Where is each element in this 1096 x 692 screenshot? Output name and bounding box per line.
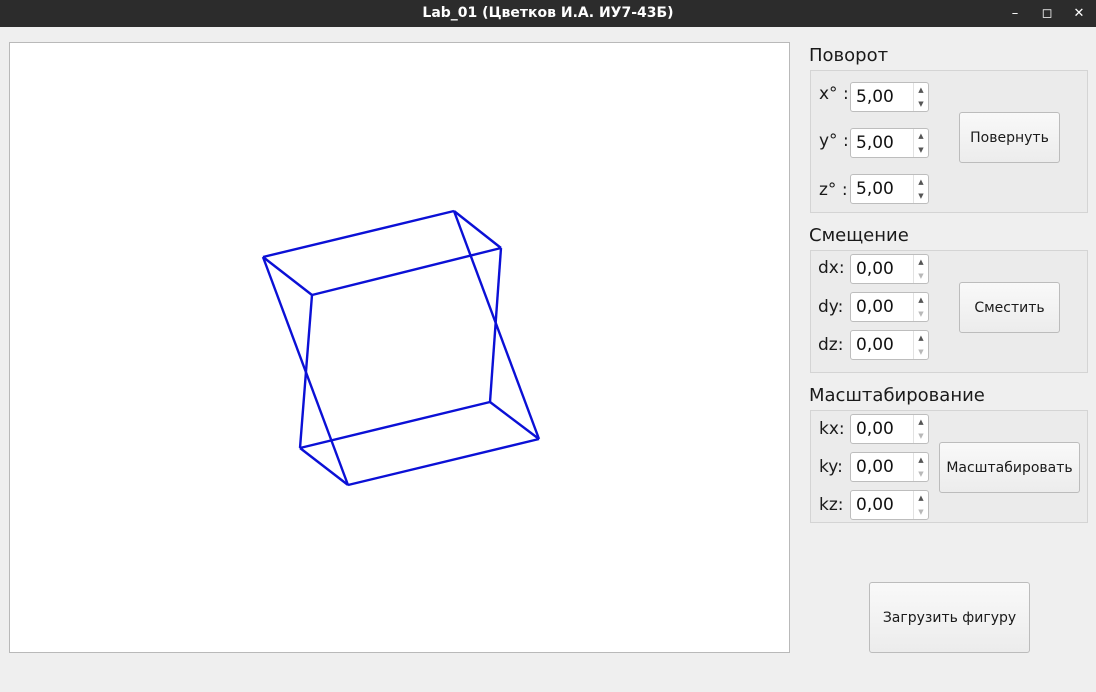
scaling-kz-spinbox[interactable]: 0,00 ▲ ▼ [850,490,929,520]
translation-dx-spinbox[interactable]: 0,00 ▲ ▼ [850,254,929,284]
rotation-z-spinbox[interactable]: 5,00 ▲ ▼ [850,174,929,204]
spin-down-icon[interactable]: ▼ [914,189,928,203]
spin-down-icon[interactable]: ▼ [914,269,928,283]
cube-edge [298,294,314,449]
cube-edge [299,400,491,450]
scaling-kz-label: kz: [819,495,844,515]
maximize-icon[interactable]: ◻ [1036,3,1058,24]
translation-dx-value[interactable]: 0,00 [856,255,894,283]
rotation-title: Поворот [809,45,889,66]
translation-dx-label: dx: [818,258,845,278]
cube-edge [347,437,540,487]
title-bar: Lab_01 (Цветков И.А. ИУ7-43Б) – ◻ ✕ [0,0,1096,27]
spin-down-icon[interactable]: ▼ [914,97,928,111]
translation-title: Смещение [809,225,909,246]
spin-arrows: ▲ ▼ [913,175,928,203]
spin-up-icon[interactable]: ▲ [914,453,928,467]
translation-dy-label: dy: [818,297,844,317]
window-title: Lab_01 (Цветков И.А. ИУ7-43Б) [422,5,674,21]
spin-up-icon[interactable]: ▲ [914,491,928,505]
cube-wireframe [261,209,541,487]
scaling-kz-value[interactable]: 0,00 [856,491,894,519]
spin-up-icon[interactable]: ▲ [914,83,928,97]
minimize-icon[interactable]: – [1004,3,1026,24]
scaling-kx-label: kx: [819,419,845,439]
spin-arrows: ▲ ▼ [913,255,928,283]
spin-up-icon[interactable]: ▲ [914,331,928,345]
close-icon[interactable]: ✕ [1068,3,1090,24]
spin-down-icon[interactable]: ▼ [914,307,928,321]
rotation-x-spinbox[interactable]: 5,00 ▲ ▼ [850,82,929,112]
translate-button[interactable]: Сместить [959,282,1060,333]
rotate-button[interactable]: Повернуть [959,112,1060,163]
rotation-x-label: x° : [819,84,849,104]
scaling-title: Масштабирование [809,385,985,406]
spin-up-icon[interactable]: ▲ [914,415,928,429]
cube-edge [262,209,455,259]
translation-dz-label: dz: [818,335,844,355]
scaling-kx-spinbox[interactable]: 0,00 ▲ ▼ [850,414,929,444]
scaling-kx-value[interactable]: 0,00 [856,415,894,443]
spin-up-icon[interactable]: ▲ [914,255,928,269]
spin-up-icon[interactable]: ▲ [914,129,928,143]
scaling-ky-spinbox[interactable]: 0,00 ▲ ▼ [850,452,929,482]
spin-arrows: ▲ ▼ [913,83,928,111]
rotation-x-value[interactable]: 5,00 [856,83,894,111]
cube-edge [488,247,503,403]
rotation-y-spinbox[interactable]: 5,00 ▲ ▼ [850,128,929,158]
drawing-canvas[interactable] [9,42,790,653]
scaling-ky-label: ky: [819,457,843,477]
scale-button[interactable]: Масштабировать [939,442,1080,493]
rotation-z-label: z° : [819,180,848,200]
load-figure-button[interactable]: Загрузить фигуру [869,582,1030,653]
scaling-ky-value[interactable]: 0,00 [856,453,894,481]
rotation-y-label: y° : [819,131,849,151]
cube-edge [311,246,502,297]
translation-dz-value[interactable]: 0,00 [856,331,894,359]
spin-up-icon[interactable]: ▲ [914,293,928,307]
translation-dy-value[interactable]: 0,00 [856,293,894,321]
spin-arrows: ▲ ▼ [913,453,928,481]
rotation-z-value[interactable]: 5,00 [856,175,894,203]
spin-up-icon[interactable]: ▲ [914,175,928,189]
spin-down-icon[interactable]: ▼ [914,467,928,481]
spin-down-icon[interactable]: ▼ [914,429,928,443]
spin-down-icon[interactable]: ▼ [914,505,928,519]
spin-arrows: ▲ ▼ [913,331,928,359]
spin-arrows: ▲ ▼ [913,129,928,157]
spin-arrows: ▲ ▼ [913,293,928,321]
spin-down-icon[interactable]: ▼ [914,345,928,359]
translation-dy-spinbox[interactable]: 0,00 ▲ ▼ [850,292,929,322]
spin-down-icon[interactable]: ▼ [914,143,928,157]
rotation-y-value[interactable]: 5,00 [856,129,894,157]
translation-dz-spinbox[interactable]: 0,00 ▲ ▼ [850,330,929,360]
spin-arrows: ▲ ▼ [913,491,928,519]
spin-arrows: ▲ ▼ [913,415,928,443]
